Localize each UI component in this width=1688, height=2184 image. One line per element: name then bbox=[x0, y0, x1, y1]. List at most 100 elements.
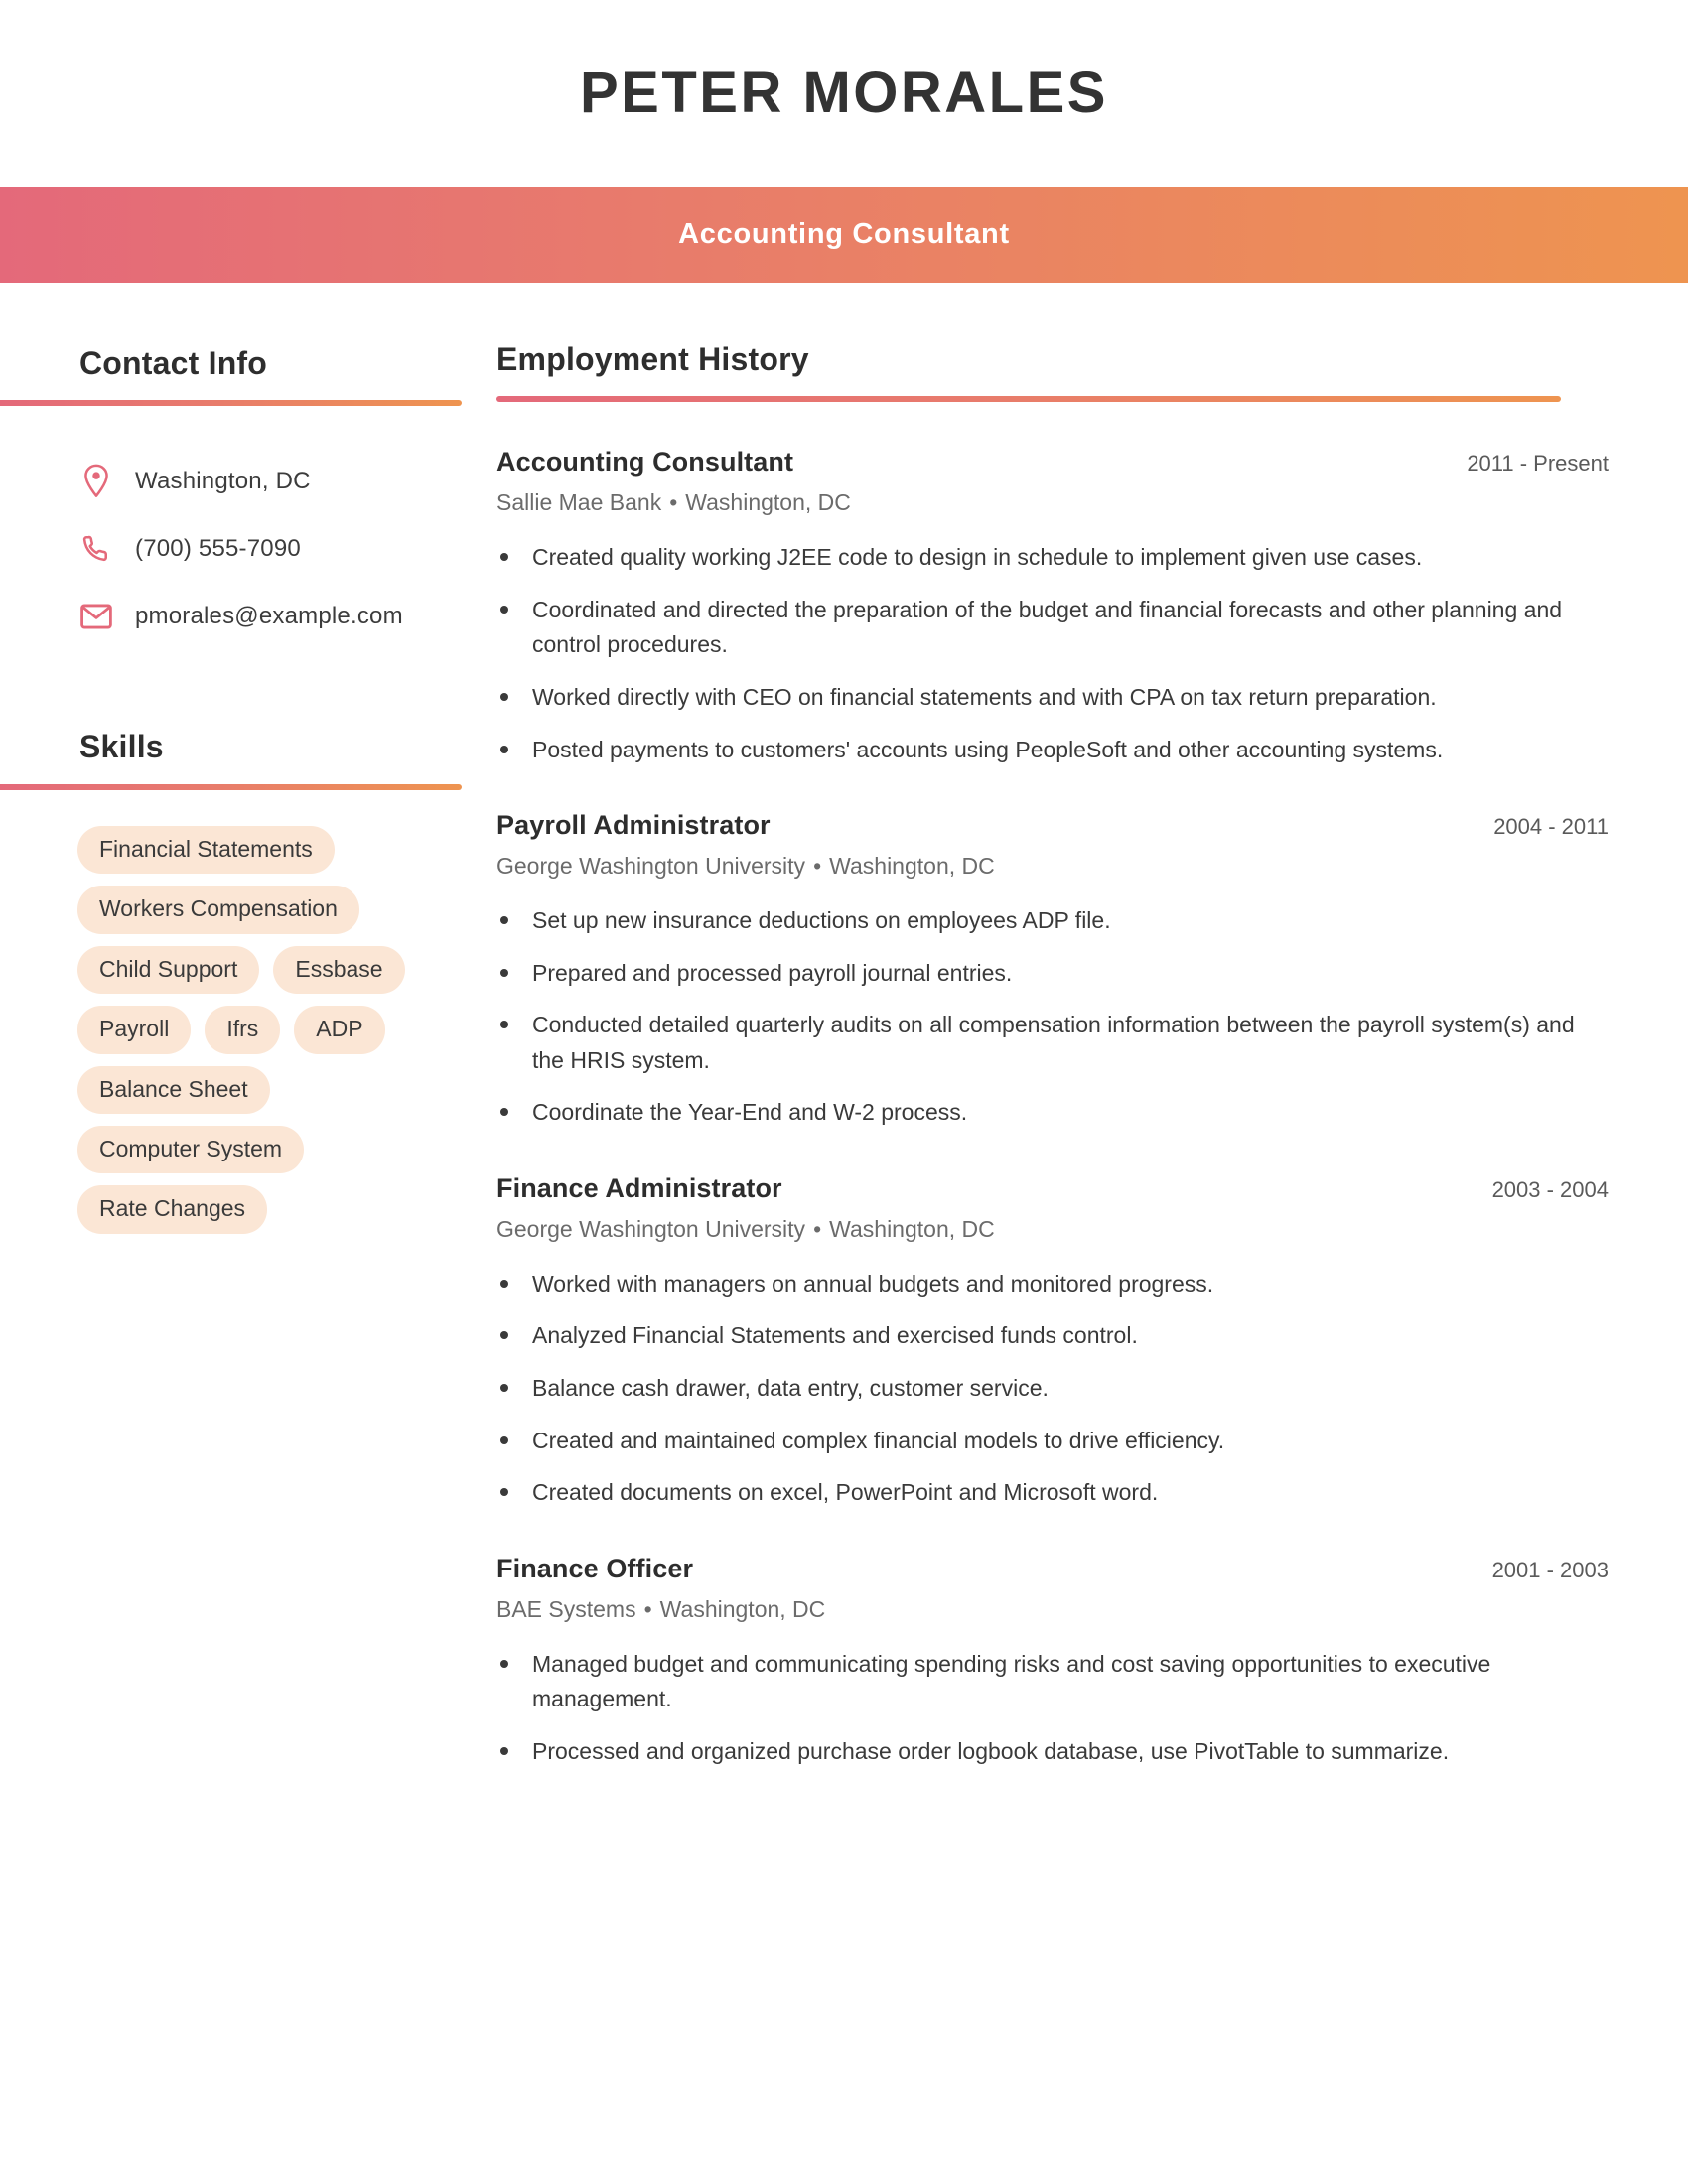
job-location: Washington, DC bbox=[829, 1215, 995, 1242]
job-bullet: Processed and organized purchase order l… bbox=[496, 1734, 1609, 1770]
job-bullet-text: Worked directly with CEO on financial st… bbox=[532, 683, 1437, 710]
candidate-name: PETER MORALES bbox=[580, 61, 1108, 125]
job-entry: Finance Administrator 2003 - 2004 George… bbox=[496, 1172, 1609, 1511]
job-bullet-text: Managed budget and communicating spendin… bbox=[532, 1650, 1491, 1712]
contact-location-text: Washington, DC bbox=[135, 467, 311, 494]
job-bullet: Created documents on excel, PowerPoint a… bbox=[496, 1475, 1609, 1511]
employment-history-heading: Employment History bbox=[496, 341, 809, 377]
bullet-dot-icon bbox=[500, 553, 508, 562]
resume-body: Contact Info Washington, DC (700) 555-70… bbox=[0, 283, 1688, 1769]
job-bullet: Prepared and processed payroll journal e… bbox=[496, 956, 1609, 992]
job-bullet-text: Coordinated and directed the preparation… bbox=[532, 596, 1563, 658]
skill-pill[interactable]: Rate Changes bbox=[77, 1185, 268, 1234]
job-bullet-text: Prepared and processed payroll journal e… bbox=[532, 959, 1013, 986]
skill-pill[interactable]: Essbase bbox=[273, 945, 405, 995]
skill-pill[interactable]: Computer System bbox=[77, 1125, 305, 1174]
job-header: Accounting Consultant 2011 - Present bbox=[496, 446, 1609, 479]
bullet-dot-icon bbox=[500, 1659, 508, 1668]
bullet-dot-icon bbox=[500, 1108, 508, 1117]
job-bullet-text: Conducted detailed quarterly audits on a… bbox=[532, 1012, 1575, 1073]
contact-info-divider bbox=[0, 400, 462, 407]
job-dates: 2004 - 2011 bbox=[1493, 814, 1609, 840]
contact-info-heading: Contact Info bbox=[79, 345, 268, 381]
job-bullet: Analyzed Financial Statements and exerci… bbox=[496, 1318, 1609, 1354]
contact-item-location[interactable]: Washington, DC bbox=[79, 448, 496, 515]
job-entry: Accounting Consultant 2011 - Present Sal… bbox=[496, 446, 1609, 767]
meta-separator: • bbox=[643, 1595, 652, 1622]
location-pin-icon bbox=[79, 464, 113, 499]
contact-info-section: Contact Info Washington, DC (700) 555-70… bbox=[0, 344, 496, 650]
job-meta: George Washington University • Washington,… bbox=[496, 852, 1609, 882]
job-location: Washington, DC bbox=[659, 1595, 826, 1622]
job-bullet-list: Worked with managers on annual budgets a… bbox=[496, 1267, 1609, 1511]
bullet-dot-icon bbox=[500, 1279, 508, 1288]
job-header: Payroll Administrator 2004 - 2011 bbox=[496, 809, 1609, 843]
skill-pill[interactable]: ADP bbox=[294, 1006, 385, 1054]
job-title: Finance Administrator bbox=[496, 1173, 782, 1204]
contact-list: Washington, DC (700) 555-7090 pmorales@e… bbox=[0, 448, 496, 650]
job-entry: Finance Officer 2001 - 2003 BAE Systems •… bbox=[496, 1553, 1609, 1770]
skills-divider bbox=[0, 783, 462, 790]
job-bullet-text: Analyzed Financial Statements and exerci… bbox=[532, 1322, 1138, 1349]
job-dates: 2011 - Present bbox=[1467, 451, 1609, 477]
bullet-dot-icon bbox=[500, 1021, 508, 1029]
meta-separator: • bbox=[813, 852, 822, 879]
job-title: Finance Officer bbox=[496, 1553, 694, 1583]
job-header: Finance Administrator 2003 - 2004 bbox=[496, 1172, 1609, 1206]
job-company: Sallie Mae Bank bbox=[496, 489, 662, 516]
job-bullet-text: Created quality working J2EE code to des… bbox=[532, 544, 1423, 571]
resume-header: PETER MORALES bbox=[0, 0, 1688, 187]
sidebar: Contact Info Washington, DC (700) 555-70… bbox=[0, 283, 496, 1234]
bullet-dot-icon bbox=[500, 605, 508, 614]
job-location: Washington, DC bbox=[685, 489, 851, 516]
job-bullet: Set up new insurance deductions on emplo… bbox=[496, 903, 1609, 939]
phone-icon bbox=[79, 533, 113, 565]
bullet-dot-icon bbox=[500, 915, 508, 924]
skill-pill[interactable]: Ifrs bbox=[205, 1006, 281, 1054]
skills-pill-list: Financial Statements Workers Compensatio… bbox=[0, 825, 496, 1234]
job-bullet: Worked directly with CEO on financial st… bbox=[496, 680, 1609, 716]
job-meta: George Washington University • Washington,… bbox=[496, 1215, 1609, 1245]
job-dates: 2003 - 2004 bbox=[1491, 1177, 1609, 1203]
meta-separator: • bbox=[813, 1215, 822, 1242]
skills-heading: Skills bbox=[79, 729, 164, 765]
job-title: Payroll Administrator bbox=[496, 810, 771, 841]
candidate-role: Accounting Consultant bbox=[678, 218, 1010, 250]
job-company: George Washington University bbox=[496, 852, 806, 879]
job-bullet-list: Created quality working J2EE code to des… bbox=[496, 540, 1609, 767]
job-entry: Payroll Administrator 2004 - 2011 George… bbox=[496, 809, 1609, 1131]
bullet-dot-icon bbox=[500, 692, 508, 701]
job-bullet: Coordinate the Year-End and W-2 process. bbox=[496, 1095, 1609, 1131]
job-bullet-text: Balance cash drawer, data entry, custome… bbox=[532, 1375, 1049, 1401]
bullet-dot-icon bbox=[500, 1384, 508, 1392]
bullet-dot-icon bbox=[500, 745, 508, 753]
job-bullet-text: Processed and organized purchase order l… bbox=[532, 1737, 1450, 1764]
job-bullet-text: Worked with managers on annual budgets a… bbox=[532, 1270, 1214, 1297]
skill-pill[interactable]: Balance Sheet bbox=[77, 1065, 270, 1114]
bullet-dot-icon bbox=[500, 1746, 508, 1755]
job-bullet-text: Set up new insurance deductions on emplo… bbox=[532, 906, 1111, 933]
skill-pill[interactable]: Payroll bbox=[77, 1006, 192, 1054]
job-company: George Washington University bbox=[496, 1215, 806, 1242]
job-list: Accounting Consultant 2011 - Present Sal… bbox=[496, 446, 1609, 1769]
meta-separator: • bbox=[669, 489, 678, 516]
employment-history-section: Employment History Accounting Consultant… bbox=[496, 283, 1688, 1769]
skill-pill[interactable]: Workers Compensation bbox=[77, 886, 359, 934]
job-bullet: Balance cash drawer, data entry, custome… bbox=[496, 1371, 1609, 1407]
job-bullet: Created and maintained complex financial… bbox=[496, 1424, 1609, 1459]
job-bullet: Created quality working J2EE code to des… bbox=[496, 540, 1609, 576]
job-dates: 2001 - 2003 bbox=[1491, 1557, 1609, 1582]
role-band: Accounting Consultant bbox=[0, 187, 1688, 283]
job-bullet-text: Posted payments to customers' accounts u… bbox=[532, 736, 1444, 762]
skill-pill[interactable]: Child Support bbox=[77, 945, 260, 995]
job-bullet: Managed budget and communicating spendin… bbox=[496, 1647, 1609, 1717]
job-location: Washington, DC bbox=[829, 852, 995, 879]
skill-pill[interactable]: Financial Statements bbox=[77, 825, 335, 875]
skills-section: Skills Financial Statements Workers Comp… bbox=[0, 728, 496, 1234]
bullet-dot-icon bbox=[500, 1488, 508, 1497]
bullet-dot-icon bbox=[500, 1331, 508, 1340]
contact-item-phone[interactable]: (700) 555-7090 bbox=[79, 515, 496, 583]
job-bullet-text: Coordinate the Year-End and W-2 process. bbox=[532, 1099, 968, 1126]
contact-item-email[interactable]: pmorales@example.com bbox=[79, 583, 496, 650]
job-bullet: Worked with managers on annual budgets a… bbox=[496, 1267, 1609, 1302]
